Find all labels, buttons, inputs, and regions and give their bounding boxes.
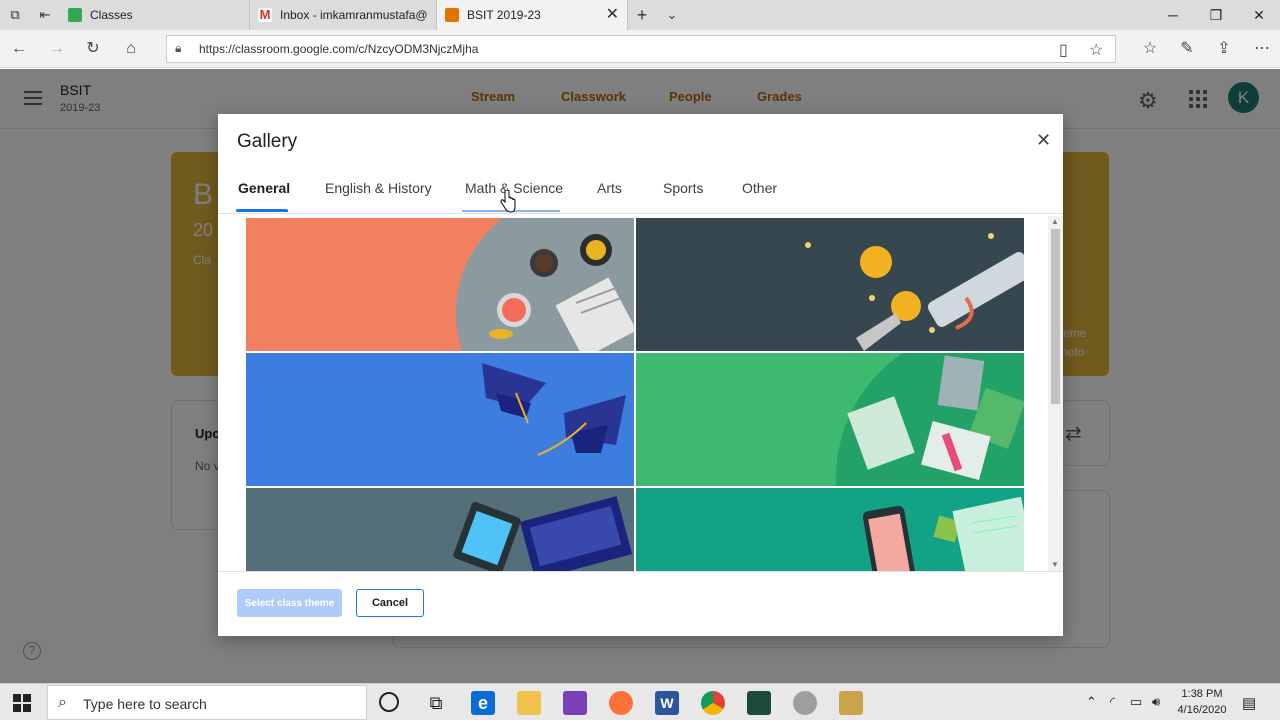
coffee-and-newspaper-theme[interactable]: [246, 218, 634, 351]
clock-time: 1:38 PM: [1181, 688, 1223, 700]
gmail-favicon-icon: M: [258, 7, 272, 22]
action-center-icon[interactable]: ▤: [1242, 694, 1256, 712]
windows-start-icon[interactable]: [13, 694, 31, 712]
new-tab-icon[interactable]: +: [634, 6, 650, 24]
browser-tab-classes[interactable]: Classes: [60, 0, 250, 30]
battery-icon[interactable]: ▭: [1130, 694, 1142, 710]
tab-actions-icon[interactable]: ⧉: [7, 7, 23, 23]
set-tabs-aside-icon[interactable]: ⇤: [37, 7, 53, 23]
filmora-icon[interactable]: [747, 691, 771, 715]
browser-toolbar: ← → ↻ ⌂ 🔒︎ https://classroom.google.com/…: [0, 30, 1280, 68]
browser-tab-bsit[interactable]: BSIT 2019-23 ✕: [437, 0, 628, 30]
classroom-favicon-icon: [68, 8, 82, 22]
cortana-icon[interactable]: [379, 692, 399, 712]
classroom-favicon-icon: [445, 8, 459, 22]
reading-view-icon[interactable]: ▯: [1059, 40, 1068, 60]
tab-other[interactable]: Other: [742, 180, 777, 196]
close-window-icon[interactable]: ✕: [1237, 0, 1280, 30]
share-icon[interactable]: ⇪: [1214, 39, 1234, 59]
gallery-tabs: General English & History Math & Science…: [218, 174, 1063, 214]
volume-icon[interactable]: 🔊︎: [1152, 694, 1160, 710]
minimize-icon[interactable]: ─: [1151, 0, 1195, 30]
refresh-icon[interactable]: ↻: [83, 39, 103, 59]
notes-pen-icon[interactable]: ✎: [1177, 39, 1197, 59]
show-hidden-icons-chevron-icon[interactable]: ⌃: [1086, 694, 1097, 710]
firefox-icon[interactable]: [609, 691, 633, 715]
more-options-icon[interactable]: ⋯: [1252, 39, 1272, 59]
close-tab-icon[interactable]: ✕: [606, 0, 619, 30]
back-icon[interactable]: ←: [9, 39, 29, 59]
tab-english-history[interactable]: English & History: [325, 180, 432, 196]
browser-tab-inbox[interactable]: M Inbox - imkamranmustafa@: [250, 0, 437, 30]
tab-label: BSIT 2019-23: [467, 8, 541, 22]
gallery-dialog: Gallery ✕ General English & History Math…: [218, 114, 1063, 636]
tab-list-chevron-icon[interactable]: ⌄: [664, 7, 680, 23]
task-view-icon[interactable]: ⧉: [424, 691, 448, 715]
diploma-and-medals-theme[interactable]: [636, 218, 1024, 351]
restore-icon[interactable]: ❐: [1194, 0, 1238, 30]
dialog-footer: Select class theme Cancel: [218, 571, 1063, 636]
theme-gallery: [246, 218, 1026, 571]
graduation-caps-theme[interactable]: [246, 353, 634, 486]
select-class-theme-button[interactable]: Select class theme: [237, 589, 342, 617]
hand-cursor-icon: [500, 190, 516, 213]
scroll-thumb[interactable]: [1051, 229, 1060, 404]
network-icon[interactable]: ◜: [1110, 694, 1115, 710]
tab-label: Inbox - imkamranmustafa@: [280, 8, 428, 22]
home-icon[interactable]: ⌂: [121, 39, 141, 59]
tab-general[interactable]: General: [238, 180, 290, 196]
word-icon[interactable]: W: [655, 691, 679, 715]
visual-studio-icon[interactable]: [563, 691, 587, 715]
disc-app-icon[interactable]: [793, 691, 817, 715]
edge-icon[interactable]: e: [471, 691, 495, 715]
close-icon[interactable]: ✕: [1036, 130, 1051, 151]
gallery-scrollbar[interactable]: ▲ ▼: [1048, 216, 1063, 572]
scroll-down-icon[interactable]: ▼: [1051, 560, 1059, 569]
search-placeholder: Type here to search: [83, 696, 207, 712]
url-text[interactable]: https://classroom.google.com/c/NzcyODM3N…: [199, 42, 478, 56]
scroll-up-icon[interactable]: ▲: [1051, 217, 1059, 226]
forward-icon[interactable]: →: [47, 39, 67, 59]
file-explorer-icon[interactable]: [517, 691, 541, 715]
chrome-icon[interactable]: [701, 691, 725, 715]
favorite-star-icon[interactable]: ☆: [1089, 40, 1103, 60]
tab-arts[interactable]: Arts: [597, 180, 622, 196]
dialog-title: Gallery: [237, 131, 298, 152]
windows-taskbar: ⌕ Type here to search ⧉ e W ⌃ ◜ ▭ 🔊︎ 1:3…: [0, 683, 1280, 720]
phone-and-documents-theme[interactable]: [636, 488, 1024, 571]
tab-label: Classes: [90, 8, 133, 22]
laptop-and-tablet-theme[interactable]: [246, 488, 634, 571]
browser-tab-bar: ⧉ ⇤ Classes M Inbox - imkamranmustafa@ B…: [0, 0, 1280, 30]
lock-icon: 🔒︎: [175, 41, 182, 55]
tab-sports[interactable]: Sports: [663, 180, 703, 196]
taskbar-search[interactable]: ⌕ Type here to search: [47, 685, 367, 720]
archive-app-icon[interactable]: [839, 691, 863, 715]
clock-date: 4/16/2020: [1177, 704, 1227, 716]
books-on-green-theme[interactable]: [636, 353, 1024, 486]
active-tab-indicator: [236, 209, 288, 212]
search-icon: ⌕: [58, 694, 67, 711]
address-bar[interactable]: 🔒︎ https://classroom.google.com/c/NzcyOD…: [166, 35, 1116, 63]
cancel-button[interactable]: Cancel: [356, 589, 424, 617]
favorites-icon[interactable]: ☆: [1140, 39, 1160, 59]
system-clock[interactable]: 1:38 PM 4/16/2020: [1172, 686, 1232, 718]
